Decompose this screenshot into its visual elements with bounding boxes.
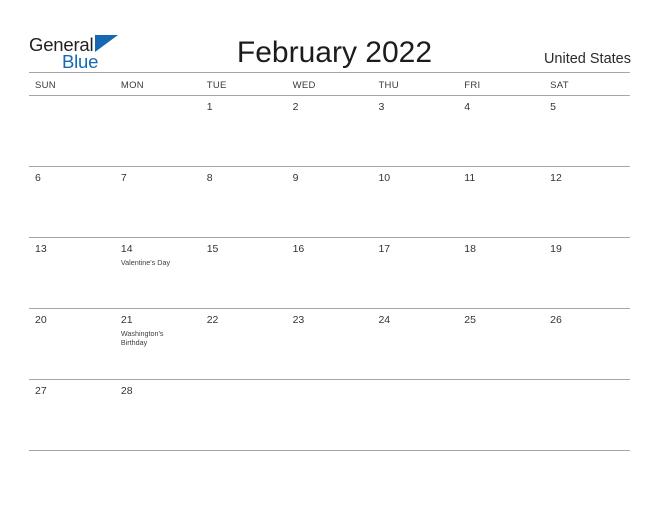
logo-text-blue: Blue: [62, 51, 99, 72]
day-number: 10: [378, 172, 391, 184]
calendar-day-cell[interactable]: 15: [201, 238, 287, 308]
calendar-day-cell[interactable]: 7: [115, 167, 201, 237]
day-number: 7: [120, 172, 127, 184]
calendar-day-cell[interactable]: 9: [287, 167, 373, 237]
day-number: 1: [206, 101, 213, 113]
day-number: 19: [550, 243, 562, 255]
calendar-day-cell[interactable]: 28: [115, 380, 201, 450]
calendar-day-cell[interactable]: 6: [29, 167, 115, 237]
day-number: 16: [292, 243, 305, 255]
calendar-week-row: 20 21 Washington's Birthday 22 23 24 25 26: [29, 309, 630, 380]
calendar-day-cell[interactable]: 18: [458, 238, 544, 308]
calendar-day-cell[interactable]: 8: [201, 167, 287, 237]
day-number: 27: [35, 385, 47, 397]
day-event-label: Valentine's Day: [120, 258, 171, 267]
calendar-day-cell-empty: [372, 380, 458, 450]
calendar-day-cell[interactable]: 19: [544, 238, 630, 308]
day-number: 9: [292, 172, 299, 184]
calendar-day-cell-empty: [287, 380, 373, 450]
country-label: United States: [543, 50, 631, 67]
calendar-day-cell[interactable]: 13: [29, 238, 115, 308]
day-number: 25: [464, 314, 476, 326]
day-number: 22: [206, 314, 219, 326]
calendar-day-cell[interactable]: 21 Washington's Birthday: [115, 309, 201, 379]
day-number: 4: [464, 101, 471, 113]
calendar-day-cell-empty: [29, 96, 115, 166]
day-number: 5: [550, 101, 556, 113]
calendar-day-cell-empty: [458, 380, 544, 450]
weekday-header-mon: MON: [120, 80, 144, 91]
calendar-day-cell[interactable]: 20: [29, 309, 115, 379]
calendar-day-cell-empty: [544, 380, 630, 450]
calendar-day-cell[interactable]: 14 Valentine's Day: [115, 238, 201, 308]
day-number: 3: [378, 101, 385, 113]
calendar-day-cell[interactable]: 22: [201, 309, 287, 379]
calendar-weeks: 1 2 3 4 5 6 7 8 9 10 11 12 13 14 Valentine's Day 15 16 17…: [29, 96, 630, 451]
day-number: 6: [35, 172, 41, 184]
day-number: 20: [35, 314, 47, 326]
calendar-day-cell[interactable]: 16: [287, 238, 373, 308]
calendar-day-cell[interactable]: 26: [544, 309, 630, 379]
calendar-day-cell[interactable]: 17: [372, 238, 458, 308]
calendar-week-row: 27 28: [29, 380, 630, 451]
calendar-day-cell[interactable]: 11: [458, 167, 544, 237]
calendar-week-row: 6 7 8 9 10 11 12: [29, 167, 630, 238]
calendar-day-cell[interactable]: 27: [29, 380, 115, 450]
weekday-header-tue: TUE: [206, 80, 227, 91]
day-number: 2: [292, 101, 299, 113]
page-title: February 2022: [236, 36, 433, 69]
calendar-week-row: 13 14 Valentine's Day 15 16 17 18 19: [29, 238, 630, 309]
day-number: 21: [120, 314, 133, 326]
logo-triangle-icon: [95, 35, 118, 52]
weekday-header-wed: WED: [292, 80, 316, 91]
day-number: 18: [464, 243, 476, 255]
calendar-page: General Blue February 2022 United States…: [0, 0, 660, 510]
calendar-day-cell[interactable]: 24: [372, 309, 458, 379]
day-event-label: Washington's Birthday: [120, 329, 164, 347]
day-number: 26: [550, 314, 562, 326]
calendar-grid: SUN MON TUE WED THU FRI SAT 1 2 3 4 5 6 7 8 9 10 11 12 13 1…: [29, 72, 630, 451]
page-header: General Blue February 2022 United States: [29, 24, 631, 72]
calendar-day-cell-empty: [201, 380, 287, 450]
calendar-day-cell[interactable]: 4: [458, 96, 544, 166]
weekday-header-sun: SUN: [35, 80, 56, 91]
day-number: 14: [120, 243, 133, 255]
calendar-day-cell[interactable]: 25: [458, 309, 544, 379]
calendar-day-cell[interactable]: 3: [372, 96, 458, 166]
day-number: 13: [35, 243, 47, 255]
day-number: 12: [550, 172, 562, 184]
general-blue-logo[interactable]: General Blue: [29, 28, 125, 72]
weekday-header-fri: FRI: [464, 80, 481, 91]
calendar-day-cell[interactable]: 10: [372, 167, 458, 237]
day-number: 23: [292, 314, 305, 326]
calendar-day-cell[interactable]: 1: [201, 96, 287, 166]
day-number: 8: [206, 172, 213, 184]
weekday-header-thu: THU: [378, 80, 399, 91]
calendar-day-cell-empty: [115, 96, 201, 166]
calendar-week-row: 1 2 3 4 5: [29, 96, 630, 167]
day-number: 28: [120, 385, 133, 397]
day-number: 24: [378, 314, 391, 326]
weekday-header-row: SUN MON TUE WED THU FRI SAT: [29, 73, 630, 96]
calendar-day-cell[interactable]: 2: [287, 96, 373, 166]
weekday-header-sat: SAT: [550, 80, 569, 91]
calendar-day-cell[interactable]: 23: [287, 309, 373, 379]
day-number: 17: [378, 243, 391, 255]
calendar-day-cell[interactable]: 5: [544, 96, 630, 166]
day-number: 15: [206, 243, 219, 255]
day-number: 11: [464, 172, 476, 184]
calendar-day-cell[interactable]: 12: [544, 167, 630, 237]
